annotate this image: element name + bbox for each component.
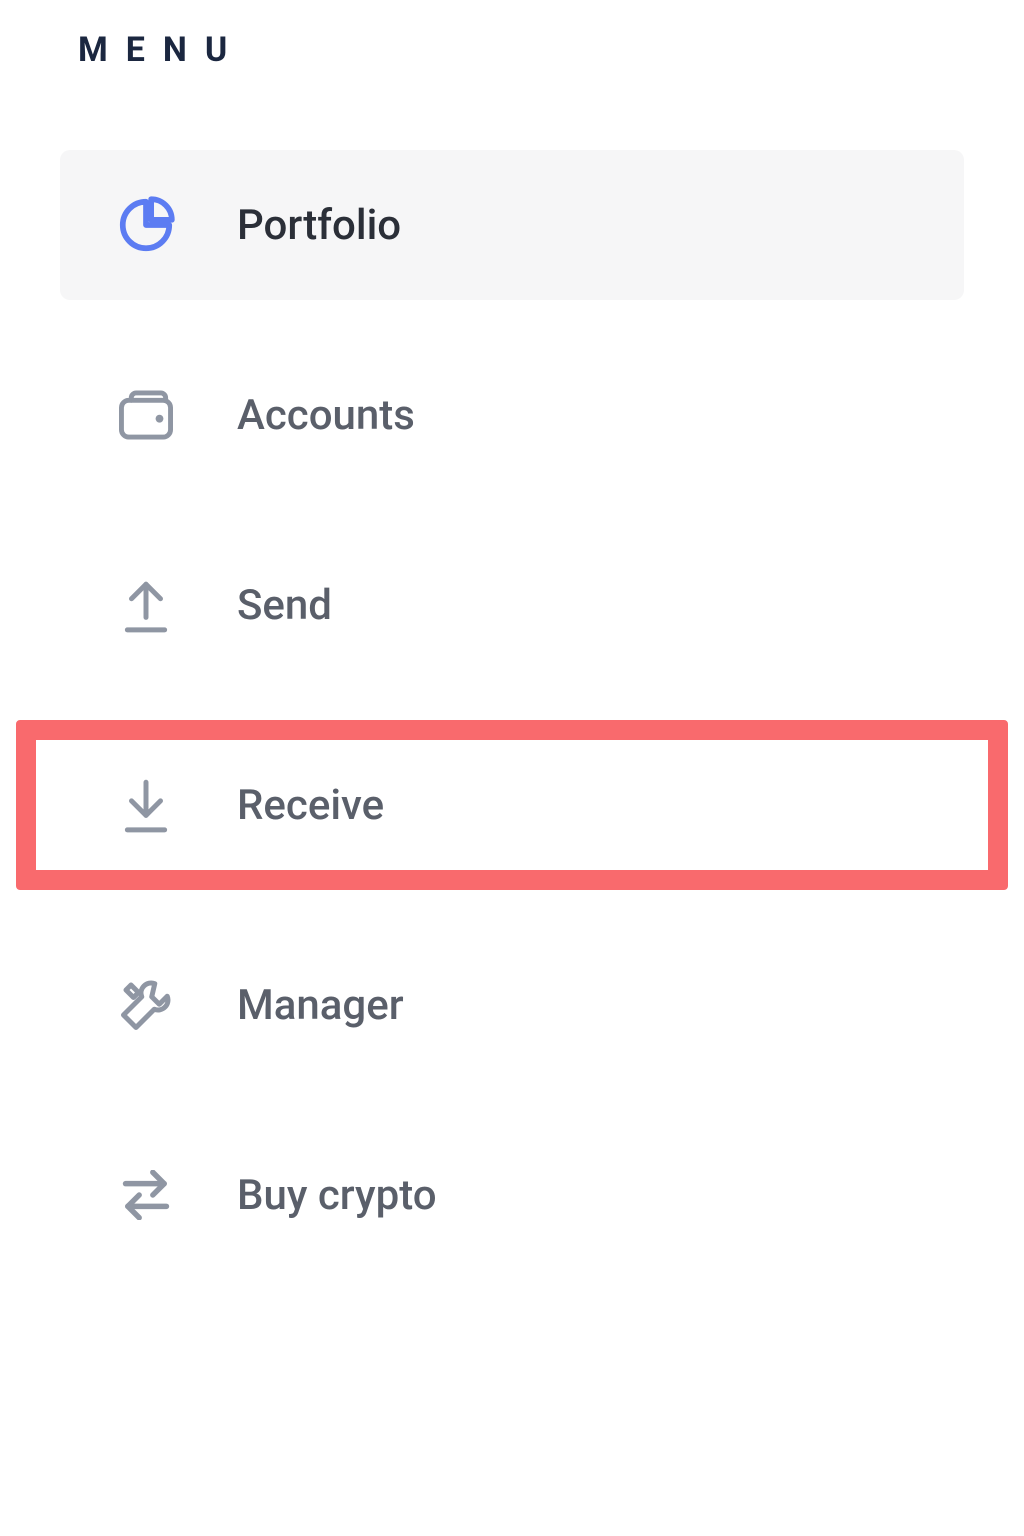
menu-heading: MENU xyxy=(78,30,964,70)
wallet-icon xyxy=(115,384,177,446)
upload-icon xyxy=(115,574,177,636)
tools-icon xyxy=(115,974,177,1036)
sidebar-item-label: Portfolio xyxy=(237,201,401,250)
sidebar-item-manager[interactable]: Manager xyxy=(60,930,964,1080)
sidebar-item-label: Buy crypto xyxy=(237,1171,437,1220)
sidebar-item-label: Accounts xyxy=(237,391,415,440)
highlight-box: Receive xyxy=(16,720,1008,890)
sidebar: MENU Portfolio Accounts xyxy=(0,0,1024,1270)
pie-chart-icon xyxy=(115,194,177,256)
download-icon xyxy=(115,774,177,836)
sidebar-item-send[interactable]: Send xyxy=(60,530,964,680)
sidebar-item-buy-crypto[interactable]: Buy crypto xyxy=(60,1120,964,1270)
sidebar-item-receive[interactable]: Receive xyxy=(36,740,988,870)
sidebar-item-label: Manager xyxy=(237,981,404,1030)
sidebar-item-label: Receive xyxy=(237,781,384,830)
exchange-icon xyxy=(115,1164,177,1226)
sidebar-item-label: Send xyxy=(237,581,332,630)
sidebar-item-accounts[interactable]: Accounts xyxy=(60,340,964,490)
sidebar-item-portfolio[interactable]: Portfolio xyxy=(60,150,964,300)
